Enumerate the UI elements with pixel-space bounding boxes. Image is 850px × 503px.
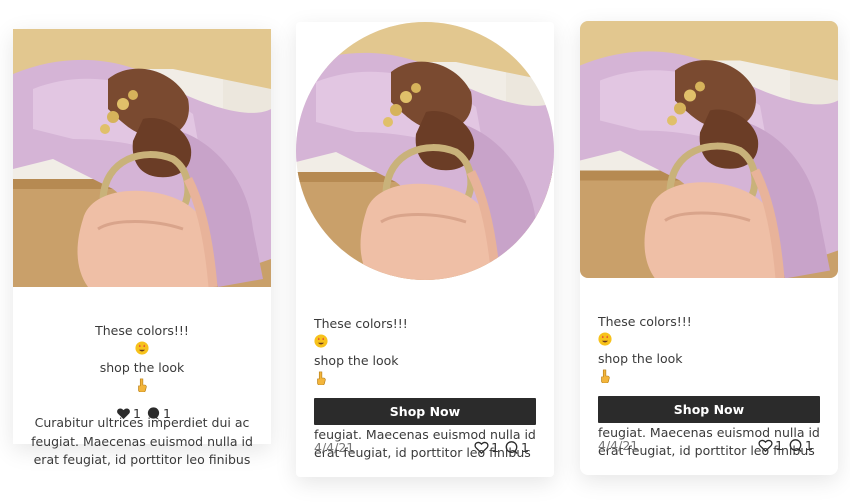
star-struck-emoji — [314, 334, 328, 348]
shop-now-button[interactable]: Shop Now — [598, 396, 820, 423]
post-photo[interactable] — [580, 21, 838, 278]
comment-count: 1 — [162, 406, 171, 421]
post-caption: These colors!!! shop the look Curabitur … — [31, 303, 253, 470]
comment-count: 1 — [805, 438, 813, 453]
like-count: 1 — [133, 406, 141, 421]
like-count: 1 — [775, 438, 784, 453]
comment-icon[interactable] — [146, 406, 161, 421]
comment-icon[interactable] — [788, 438, 803, 453]
caption-lead: These colors!!! — [598, 313, 692, 329]
caption-cta: shop the look — [598, 350, 683, 366]
comment-count: 1 — [521, 440, 529, 455]
post-card-1[interactable]: These colors!!! shop the look Curabitur … — [13, 29, 271, 467]
comment-icon[interactable] — [504, 440, 519, 455]
engagement-stats: 1 1 — [116, 406, 176, 421]
post-caption: These colors!!! shop the look Curabitur … — [598, 294, 823, 461]
caption-lead: These colors!!! — [95, 322, 189, 338]
star-struck-emoji — [598, 332, 612, 346]
pointing-down-emoji — [601, 369, 610, 383]
engagement-stats: 1 1 — [474, 440, 534, 455]
engagement-stats: 1 1 — [758, 438, 818, 453]
heart-icon[interactable] — [116, 406, 131, 421]
post-date: 4/4/21 — [314, 440, 355, 455]
pointing-down-emoji — [317, 371, 326, 385]
caption-cta: shop the look — [99, 359, 185, 375]
heart-icon[interactable] — [758, 438, 773, 453]
post-card-2[interactable]: These colors!!! shop the look Curabitur … — [296, 22, 554, 477]
post-photo[interactable] — [296, 22, 554, 280]
star-struck-emoji — [135, 341, 149, 355]
post-card-3[interactable]: These colors!!! shop the look Curabitur … — [580, 21, 838, 475]
caption-cta: shop the look — [314, 352, 399, 368]
post-date: 4/4/21 — [598, 438, 639, 453]
post-caption: These colors!!! shop the look Curabitur … — [314, 296, 539, 463]
shop-now-button[interactable]: Shop Now — [314, 398, 536, 425]
post-photo[interactable] — [13, 29, 271, 287]
caption-body: Curabitur ultrices imperdiet dui ac feug… — [31, 415, 253, 467]
like-count: 1 — [491, 440, 500, 455]
pointing-down-emoji — [138, 378, 147, 392]
heart-icon[interactable] — [474, 440, 489, 455]
caption-lead: These colors!!! — [314, 315, 408, 331]
